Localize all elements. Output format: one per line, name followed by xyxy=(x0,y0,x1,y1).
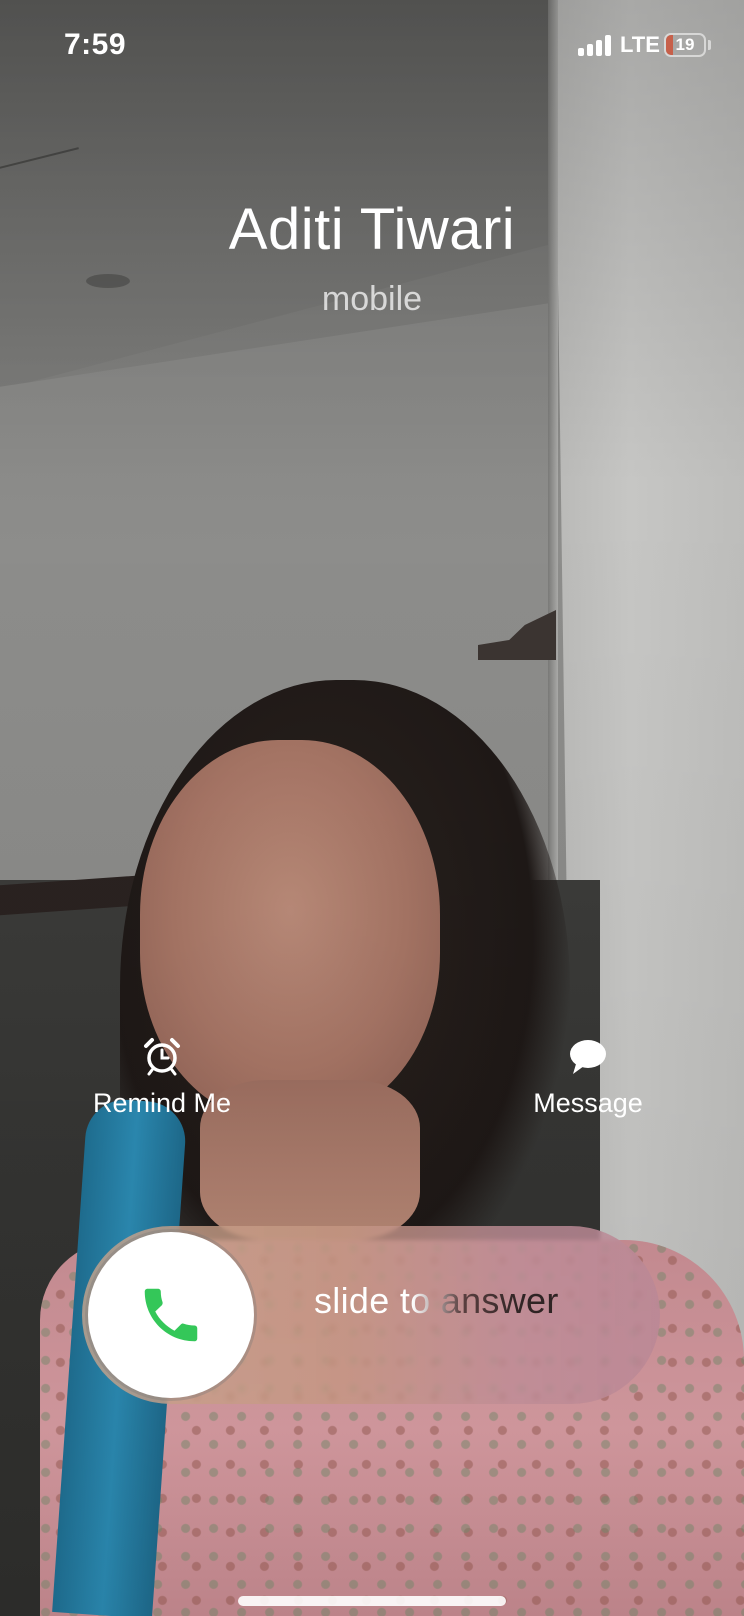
slide-to-answer-text: slide to answer xyxy=(314,1280,559,1321)
caller-name: Aditi Tiwari xyxy=(228,197,516,262)
answer-knob[interactable] xyxy=(88,1232,254,1398)
caller-number-label: mobile xyxy=(321,280,423,318)
battery-level: 19 xyxy=(675,35,695,54)
network-type: LTE xyxy=(620,32,660,57)
message-bubble-icon xyxy=(570,1040,606,1074)
incoming-call-screen: 7:59 LTE 19 Aditi Tiwari mobile Remind M… xyxy=(0,0,744,1616)
alarm-clock-icon xyxy=(144,1038,180,1076)
phone-icon xyxy=(144,1288,198,1342)
battery-cap xyxy=(708,40,711,50)
status-time: 7:59 xyxy=(64,28,127,61)
home-indicator[interactable] xyxy=(238,1596,506,1606)
remind-me-label: Remind Me xyxy=(92,1088,232,1118)
battery-icon: 19 xyxy=(664,33,706,57)
cellular-signal-icon xyxy=(578,34,614,56)
status-bar: 7:59 LTE 19 xyxy=(0,0,744,90)
slide-to-answer-track: slide to answer xyxy=(82,1226,660,1404)
message-button[interactable]: Message xyxy=(488,1036,688,1119)
remind-me-button[interactable]: Remind Me xyxy=(62,1036,262,1119)
message-label: Message xyxy=(533,1088,643,1118)
